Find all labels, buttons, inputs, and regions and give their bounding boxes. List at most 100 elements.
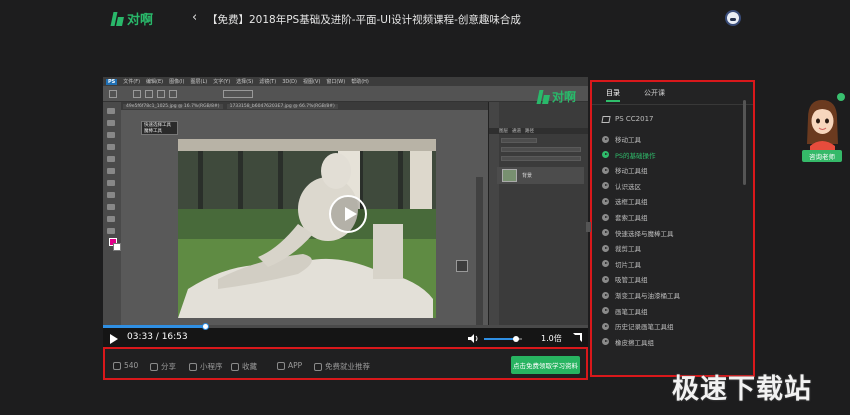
mini-program-button[interactable]: 小程序 (189, 361, 223, 372)
ps-toolbar (103, 102, 121, 332)
ps-menu-item: 图层(L) (190, 79, 208, 85)
lesson-item[interactable]: 切片工具 (602, 259, 641, 269)
chevron-left-icon[interactable]: ‹ (192, 10, 197, 25)
time-display: 03:33 / 16:53 (127, 332, 188, 342)
advisor-label[interactable]: 咨询老师 (802, 150, 842, 162)
app-label: APP (288, 361, 303, 370)
ps-layers-panel: 图层 通道 路径 背景 (488, 102, 588, 332)
selection-mode-icon (157, 90, 165, 98)
lesson-label: 画笔工具组 (615, 307, 648, 316)
avatar[interactable] (725, 10, 741, 26)
play-circle-icon (602, 291, 609, 299)
ps-tool-flyout: 快速选择工具 魔棒工具 (141, 121, 178, 135)
free-materials-button[interactable]: 点击免费领取学习资料 (511, 356, 580, 374)
lesson-item[interactable]: 渐变工具与油漆桶工具 (602, 290, 680, 300)
video-player[interactable]: PS 文件(F) 编辑(E) 图像(I) 图层(L) 文字(Y) 选择(S) 滤… (103, 77, 588, 347)
lesson-item[interactable]: PS的基础操作 (602, 150, 656, 160)
ps-panel-tabs: 图层 通道 路径 (489, 128, 588, 134)
lesson-item[interactable]: 裁剪工具 (602, 243, 641, 253)
job-recommend-button[interactable]: 免费就业推荐 (314, 361, 370, 372)
lesson-label: 选框工具组 (615, 198, 648, 207)
eyedropper-tool-icon (107, 168, 115, 174)
lesson-item[interactable]: 画笔工具组 (602, 306, 648, 316)
ps-layer-row: 背景 (497, 167, 584, 184)
brush-preset-icon (109, 90, 117, 98)
refine-edge-field (223, 90, 253, 98)
share-button[interactable]: 分享 (150, 361, 176, 372)
ps-watermark: 对啊 (536, 88, 576, 105)
play-circle-icon (602, 244, 609, 252)
ps-menu-item: 图像(I) (169, 79, 185, 85)
volume-handle[interactable] (513, 336, 520, 342)
play-circle-icon (602, 197, 609, 205)
ps-menu-item: 3D(D) (282, 78, 297, 85)
like-count: 540 (124, 361, 139, 370)
lesson-label: 历史记录画笔工具组 (615, 323, 674, 332)
share-icon (150, 362, 158, 371)
progress-bar[interactable] (103, 323, 588, 330)
flyout-item: 魔棒工具 (144, 128, 162, 134)
play-circle-icon (602, 260, 609, 268)
lesson-item[interactable]: 套索工具组 (602, 212, 648, 222)
like-button[interactable]: 540 (113, 361, 138, 370)
brand-logo[interactable]: 对啊 (110, 9, 153, 28)
play-circle-icon (602, 229, 609, 237)
lesson-item[interactable]: 选框工具组 (602, 196, 648, 206)
top-bar: 对啊 ‹ 【免费】2018年PS基础及进阶-平面-UI设计视频课程-创意趣味合成 (0, 0, 850, 38)
ps-menu-item: 帮助(H) (351, 79, 369, 85)
lesson-item[interactable]: 认识选区 (602, 181, 641, 191)
site-watermark: 极速下载站 (672, 374, 812, 405)
lesson-label: 吸管工具组 (615, 276, 648, 285)
play-overlay-button[interactable] (329, 195, 367, 233)
progress-handle[interactable] (201, 323, 209, 330)
job-recommend-label: 免费就业推荐 (325, 362, 370, 371)
marquee-tool-icon (107, 120, 115, 126)
ps-menu-item: 编辑(E) (146, 79, 164, 85)
app-button[interactable]: APP (277, 361, 302, 370)
catalog-tabs: 目录 公开课 (606, 88, 665, 102)
ps-menu-item: 选择(S) (236, 79, 254, 85)
volume-icon[interactable] (468, 334, 479, 343)
selection-mode-icon (133, 90, 141, 98)
play-circle-icon (602, 135, 609, 143)
tab-open-class[interactable]: 公开课 (644, 88, 665, 98)
flyout-item: 快速选择工具 (144, 123, 171, 128)
lesson-label: 裁剪工具 (615, 245, 641, 254)
ps-blend-mode (501, 147, 581, 152)
lesson-item[interactable]: 快速选择与魔棒工具 (602, 228, 674, 238)
catalog-scrollbar[interactable] (743, 100, 746, 185)
lesson-item[interactable]: 移动工具 (602, 134, 641, 144)
lesson-item[interactable]: 橡皮擦工具组 (602, 337, 654, 347)
fullscreen-icon[interactable] (573, 333, 582, 342)
pen-tool-icon (107, 204, 115, 210)
background-color-swatch (113, 243, 121, 251)
tab-catalog[interactable]: 目录 (606, 88, 620, 102)
move-tool-icon (107, 108, 115, 114)
ps-lock-row (501, 156, 581, 161)
selection-mode-icon (145, 90, 153, 98)
ps-doc-tab: 1733158_b60476203E7.jpg @ 66.7%(RGB/8#) (226, 103, 338, 109)
lesson-item[interactable]: 历史记录画笔工具组 (602, 321, 674, 331)
lasso-tool-icon (107, 132, 115, 138)
play-icon[interactable] (110, 334, 118, 344)
ps-doc-tab: 49e5f6f78c1_1025.jpg @ 16.7%(RGB/8#) (123, 103, 223, 109)
collect-button[interactable]: 收藏 (231, 361, 257, 372)
thumbs-up-icon (113, 361, 121, 370)
lesson-item[interactable]: 吸管工具组 (602, 274, 648, 284)
star-icon (231, 362, 239, 371)
play-circle-icon (602, 151, 609, 159)
brush-tool-icon (107, 180, 115, 186)
catalog-divider (592, 104, 753, 105)
ps-menu-item: 文件(F) (123, 79, 141, 85)
playback-speed[interactable]: 1.0倍 (541, 333, 562, 344)
ps-panel-tab: 通道 (512, 129, 521, 134)
lesson-item[interactable]: 移动工具组 (602, 165, 648, 175)
chapter-header[interactable]: PS CC2017 (601, 115, 653, 123)
progress-fill (103, 325, 205, 328)
play-circle-icon (602, 182, 609, 190)
crop-tool-icon (107, 156, 115, 162)
ps-menu-item: 文字(Y) (213, 79, 231, 85)
volume-slider[interactable] (484, 336, 522, 342)
collapse-panel-handle[interactable] (586, 222, 591, 232)
logo-icon (536, 89, 550, 105)
